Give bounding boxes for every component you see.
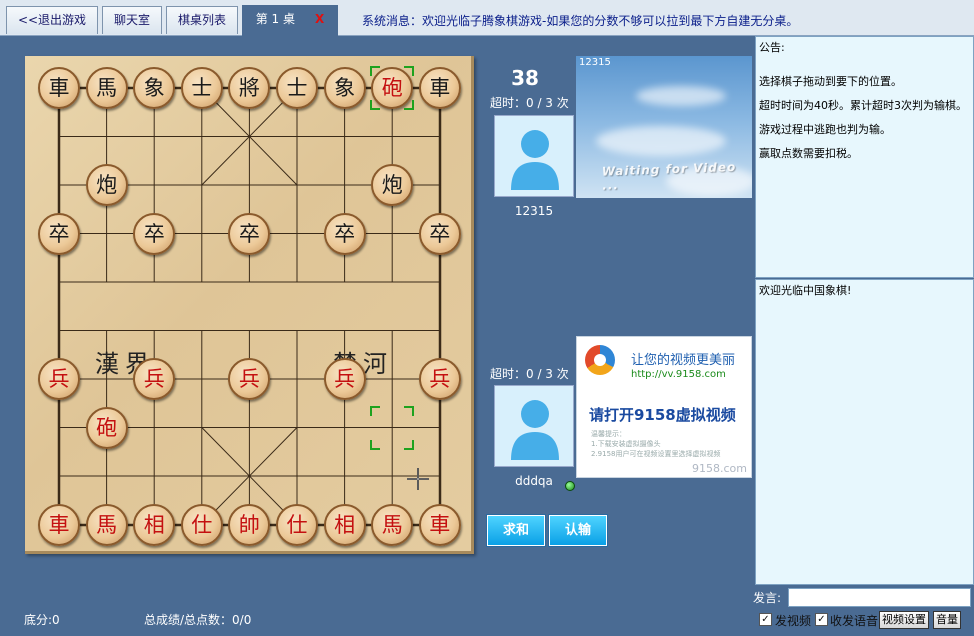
send-video-label: 发视频 (775, 614, 812, 628)
chess-piece[interactable]: 士 (180, 67, 223, 109)
audio-label: 收发语音 (830, 614, 879, 628)
chess-piece[interactable]: 兵 (418, 358, 461, 400)
chess-piece[interactable]: 砲 (85, 406, 128, 449)
video-user-label: 12315 (579, 57, 611, 68)
video-ad-hint: 2.9158用户可在视频设置里选择虚拟视频 (591, 450, 721, 458)
video-ad-prompt: 请打开9158虚拟视频 (589, 406, 736, 424)
chess-piece[interactable]: 砲 (371, 67, 414, 109)
notice-line: 赢取点数需要扣税。 (759, 147, 858, 160)
tab-table-list[interactable]: 棋桌列表 (166, 6, 238, 34)
chat-input-label: 发言: (753, 591, 782, 605)
chess-piece[interactable]: 車 (418, 503, 461, 546)
notice-line: 选择棋子拖动到要下的位置。 (759, 75, 902, 88)
opponent-avatar (494, 115, 574, 197)
user-silhouette-icon (511, 130, 559, 190)
chess-piece[interactable]: 仕 (180, 503, 223, 546)
chat-input-row: 发言: (753, 587, 974, 609)
chess-piece[interactable]: 車 (38, 503, 80, 546)
total-score: 总成绩/总点数：0/0 (144, 613, 252, 627)
tab-chat-room[interactable]: 聊天室 (102, 6, 162, 34)
base-score: 底分:0 (24, 613, 60, 627)
chess-piece[interactable]: 仕 (276, 503, 318, 546)
chess-piece[interactable]: 馬 (85, 503, 128, 546)
chess-piece[interactable]: 馬 (85, 67, 128, 109)
chess-piece[interactable]: 車 (418, 67, 461, 109)
tab-exit-game[interactable]: <<退出游戏 (6, 6, 98, 34)
notice-line: 超时时间为40秒。累计超时3次判为输棋。 (759, 99, 967, 112)
player-timeout: 超时：0 / 3 次 (490, 367, 569, 381)
crosshair-cursor-icon (407, 468, 429, 490)
chess-piece[interactable]: 卒 (323, 212, 366, 255)
send-video-checkbox[interactable]: ✓ (759, 613, 772, 626)
tab-table-1[interactable]: 第 1 桌 X (242, 5, 338, 36)
chess-piece[interactable]: 兵 (133, 358, 176, 400)
top-bar: <<退出游戏 聊天室 棋桌列表 第 1 桌 X 系统消息：欢迎光临子腾象棋游戏-如… (0, 0, 974, 36)
resign-button[interactable]: 认输 (549, 515, 607, 546)
waiting-for-video-text: Waiting for Video ... (601, 159, 737, 193)
system-message: 系统消息：欢迎光临子腾象棋游戏-如果您的分数不够可以拉到最下方自建无分桌。 (362, 14, 799, 28)
close-icon[interactable]: X (315, 12, 324, 26)
chess-piece[interactable]: 象 (323, 67, 366, 109)
chess-piece[interactable]: 炮 (371, 164, 414, 206)
chess-piece[interactable]: 兵 (38, 358, 80, 400)
video-ad-title: 让您的视频更美丽 (631, 353, 736, 368)
notice-panel: 公告: 选择棋子拖动到要下的位置。 超时时间为40秒。累计超时3次判为输棋。 游… (755, 36, 974, 278)
user-silhouette-icon (511, 400, 559, 460)
chess-piece[interactable]: 士 (276, 67, 318, 109)
chess-piece[interactable]: 卒 (133, 212, 176, 255)
opponent-timeout: 超时：0 / 3 次 (490, 96, 569, 110)
opponent-name: 12315 (514, 204, 554, 218)
chess-piece[interactable]: 相 (323, 503, 366, 546)
video-ad-hint: 温馨提示： (591, 430, 626, 438)
notice-line: 游戏过程中逃跑也判为输。 (759, 123, 891, 136)
chess-piece[interactable]: 卒 (228, 212, 271, 255)
chess-piece[interactable]: 卒 (418, 212, 461, 255)
video-ad-brand: 9158.com (692, 462, 747, 475)
chess-piece[interactable]: 相 (133, 503, 176, 546)
chess-piece[interactable]: 車 (38, 67, 80, 109)
video-ad-hint: 1.下载安装虚拟摄像头 (591, 440, 661, 448)
offer-draw-button[interactable]: 求和 (487, 515, 545, 546)
audio-checkbox[interactable]: ✓ (815, 613, 828, 626)
chess-piece[interactable]: 兵 (323, 358, 366, 400)
chat-log[interactable]: 欢迎光临中国象棋! (755, 279, 974, 585)
move-timer: 38 (511, 66, 539, 90)
volume-button[interactable]: 音量 (933, 611, 961, 629)
chess-piece[interactable]: 象 (133, 67, 176, 109)
media-options: ✓ 发视频 ✓ 收发语音 视频设置 音量 (757, 610, 974, 632)
video-settings-button[interactable]: 视频设置 (879, 611, 929, 629)
chess-board[interactable]: 漢界 楚河 車馬象士將士象砲車炮炮卒卒卒卒卒兵兵兵兵兵砲車馬相仕帥仕相馬車 (25, 56, 474, 554)
chat-message: 欢迎光临中国象棋! (759, 284, 852, 297)
player-avatar (494, 385, 574, 467)
chat-input[interactable] (788, 588, 971, 607)
chess-piece[interactable]: 帥 (228, 503, 271, 546)
tab-table-1-label: 第 1 桌 (255, 12, 295, 26)
9158-logo-icon (585, 345, 615, 375)
chess-piece[interactable]: 卒 (38, 212, 80, 255)
player-video[interactable]: 让您的视频更美丽 http://vv.9158.com 请打开9158虚拟视频 … (576, 336, 752, 478)
opponent-video: 12315 Waiting for Video ... (576, 56, 752, 198)
player-name: dddqa (515, 474, 553, 488)
video-ad-url[interactable]: http://vv.9158.com (631, 369, 726, 380)
chess-piece[interactable]: 馬 (371, 503, 414, 546)
chess-piece[interactable]: 炮 (85, 164, 128, 206)
online-status-icon (565, 481, 575, 491)
notice-title: 公告: (759, 41, 785, 54)
